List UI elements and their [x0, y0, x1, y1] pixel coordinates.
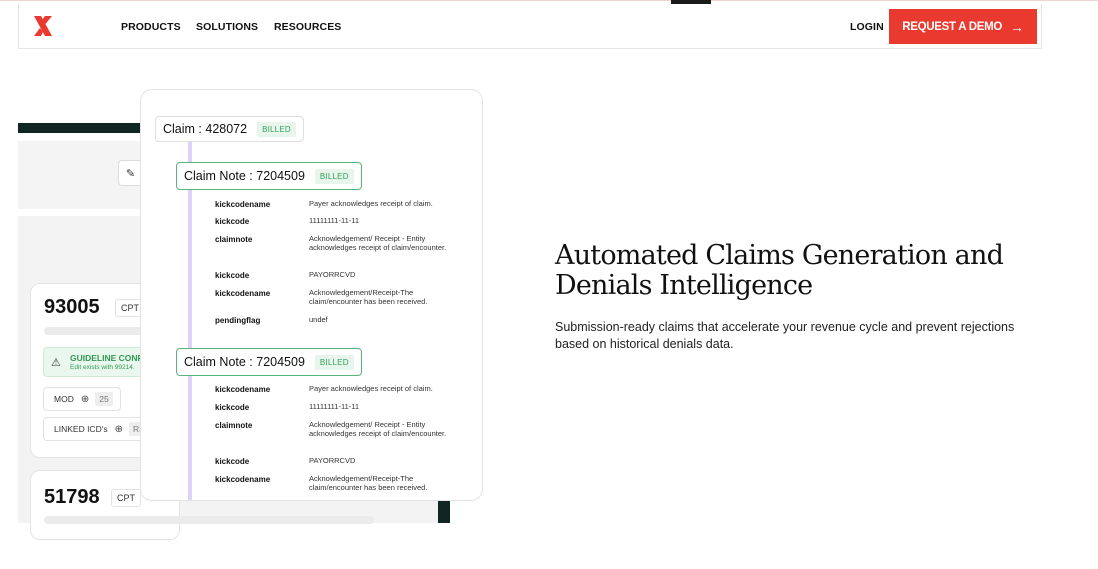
field-value: undef — [309, 315, 328, 324]
field-value: Acknowledgement/Receipt-The claim/encoun… — [309, 474, 428, 492]
field-key: pendingflag — [215, 316, 261, 325]
mod-field[interactable]: MOD ⊕ 25 — [43, 387, 121, 411]
field-key: claimnote — [215, 421, 253, 430]
hero-subtitle: Submission-ready claims that accelerate … — [555, 320, 1015, 351]
field-key: kickcodename — [215, 475, 271, 484]
field-value: 11111111-11-11 — [309, 402, 360, 411]
claim-note-label: Claim Note : 7204509 — [184, 169, 305, 183]
nav-products[interactable]: PRODUCTS — [121, 4, 181, 49]
site-header: PRODUCTS SOLUTIONS RESOURCES LOGIN REQUE… — [18, 4, 1042, 49]
claim-note-header[interactable]: Claim Note : 7204509 BILLED — [176, 348, 362, 376]
status-badge: BILLED — [314, 168, 354, 184]
field-key: kickcode — [215, 403, 250, 412]
claim-card: Claim : 428072 BILLED Claim Note : 72045… — [140, 89, 483, 501]
top-accent-line — [0, 0, 1098, 1]
background-bar — [18, 123, 140, 133]
claim-label: Claim : 428072 — [163, 122, 248, 136]
field-value: PAYORRCVD — [309, 270, 356, 279]
request-demo-button[interactable]: REQUEST A DEMO → — [889, 9, 1037, 44]
alert-title: GUIDELINE CONFL — [70, 353, 148, 363]
code-value: 51798 — [44, 486, 100, 508]
placeholder-bar — [44, 516, 374, 524]
request-demo-label: REQUEST A DEMO — [902, 20, 1003, 33]
claim-note-label: Claim Note : 7204509 — [184, 355, 305, 369]
add-circle-icon[interactable]: ⊕ — [81, 394, 89, 405]
edit-icon[interactable]: ✎ — [118, 160, 142, 186]
claim-note-header[interactable]: Claim Note : 7204509 BILLED — [176, 162, 362, 190]
field-key: kickcodename — [215, 385, 271, 394]
status-badge: BILLED — [257, 121, 296, 137]
nav-solutions[interactable]: SOLUTIONS — [196, 4, 258, 49]
field-key: kickcode — [215, 271, 250, 280]
add-circle-icon[interactable]: ⊕ — [115, 424, 123, 435]
nav-resources[interactable]: RESOURCES — [274, 4, 341, 49]
background-strip — [438, 500, 450, 523]
alert-detail: Edit exists with 99214. — [70, 364, 135, 371]
field-key: kickcodename — [215, 200, 271, 209]
field-key: claimnote — [215, 235, 253, 244]
code-type-badge: CPT — [111, 489, 141, 507]
field-key: kickcode — [215, 217, 250, 226]
claim-header[interactable]: Claim : 428072 BILLED — [155, 116, 304, 142]
hero-title: Automated Claims Generation and Denials … — [555, 240, 1004, 301]
code-value: 93005 — [44, 296, 100, 318]
brand-logo-icon[interactable] — [32, 14, 54, 38]
field-key: kickcodename — [215, 289, 271, 298]
mod-label: MOD — [54, 394, 74, 404]
timeline-line — [188, 140, 192, 500]
field-value: Acknowledgement/Receipt-The claim/encoun… — [309, 288, 428, 306]
linked-icd-label: LINKED ICD's — [54, 424, 108, 434]
field-value: Acknowledgement/ Receipt - Entity acknow… — [309, 420, 447, 438]
field-value: Payer acknowledges receipt of claim. — [309, 384, 433, 393]
field-key: kickcode — [215, 457, 250, 466]
warning-icon: ⚠ — [51, 357, 61, 369]
status-badge: BILLED — [314, 354, 354, 370]
mod-value: 25 — [95, 392, 113, 406]
field-value: 11111111-11-11 — [309, 216, 360, 225]
field-value: Acknowledgement/ Receipt - Entity acknow… — [309, 234, 447, 252]
login-link[interactable]: LOGIN — [850, 4, 884, 49]
field-value: PAYORRCVD — [309, 456, 356, 465]
arrow-right-icon: → — [1010, 18, 1024, 35]
field-value: Payer acknowledges receipt of claim. — [309, 199, 433, 208]
